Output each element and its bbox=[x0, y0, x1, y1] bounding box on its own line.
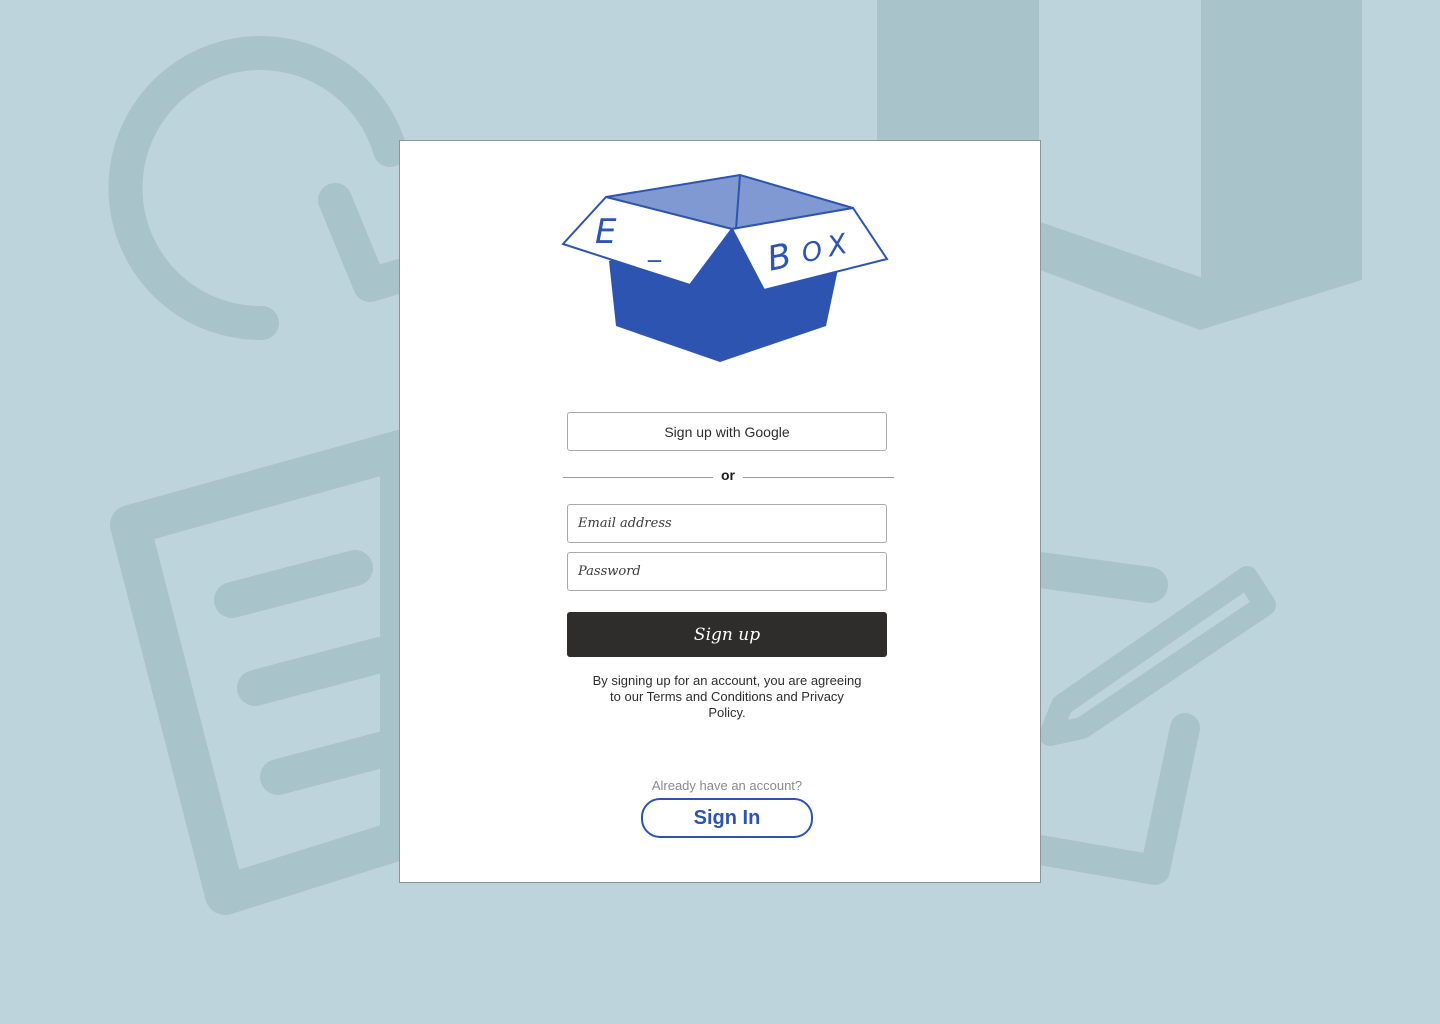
terms-text: By signing up for an account, you are ag… bbox=[592, 673, 862, 720]
or-divider: or bbox=[563, 466, 894, 486]
google-signup-button[interactable]: Sign up with Google bbox=[567, 412, 887, 451]
logo-letter-dash: _ bbox=[647, 233, 662, 263]
pencil-icon bbox=[1022, 552, 1276, 885]
signin-button-label: Sign In bbox=[693, 806, 761, 829]
signup-card: E _ B O X Sign up with Google or Sign up… bbox=[399, 140, 1041, 883]
divider-label: or bbox=[721, 467, 735, 483]
document-icon bbox=[110, 430, 420, 915]
logo-letter-e: E bbox=[595, 212, 617, 252]
google-signup-label: Sign up with Google bbox=[664, 423, 790, 440]
divider-line-right bbox=[743, 477, 894, 478]
password-field[interactable] bbox=[567, 552, 887, 591]
ebox-logo: E _ B O X bbox=[561, 173, 889, 362]
signin-button[interactable]: Sign In bbox=[641, 798, 813, 838]
search-icon bbox=[108, 36, 437, 341]
already-have-account-text: Already have an account? bbox=[651, 778, 803, 793]
signup-button-label: Sign up bbox=[693, 624, 761, 645]
open-box-icon bbox=[561, 173, 889, 362]
email-field[interactable] bbox=[567, 504, 887, 543]
signup-button[interactable]: Sign up bbox=[567, 612, 887, 657]
divider-line-left bbox=[563, 477, 713, 478]
